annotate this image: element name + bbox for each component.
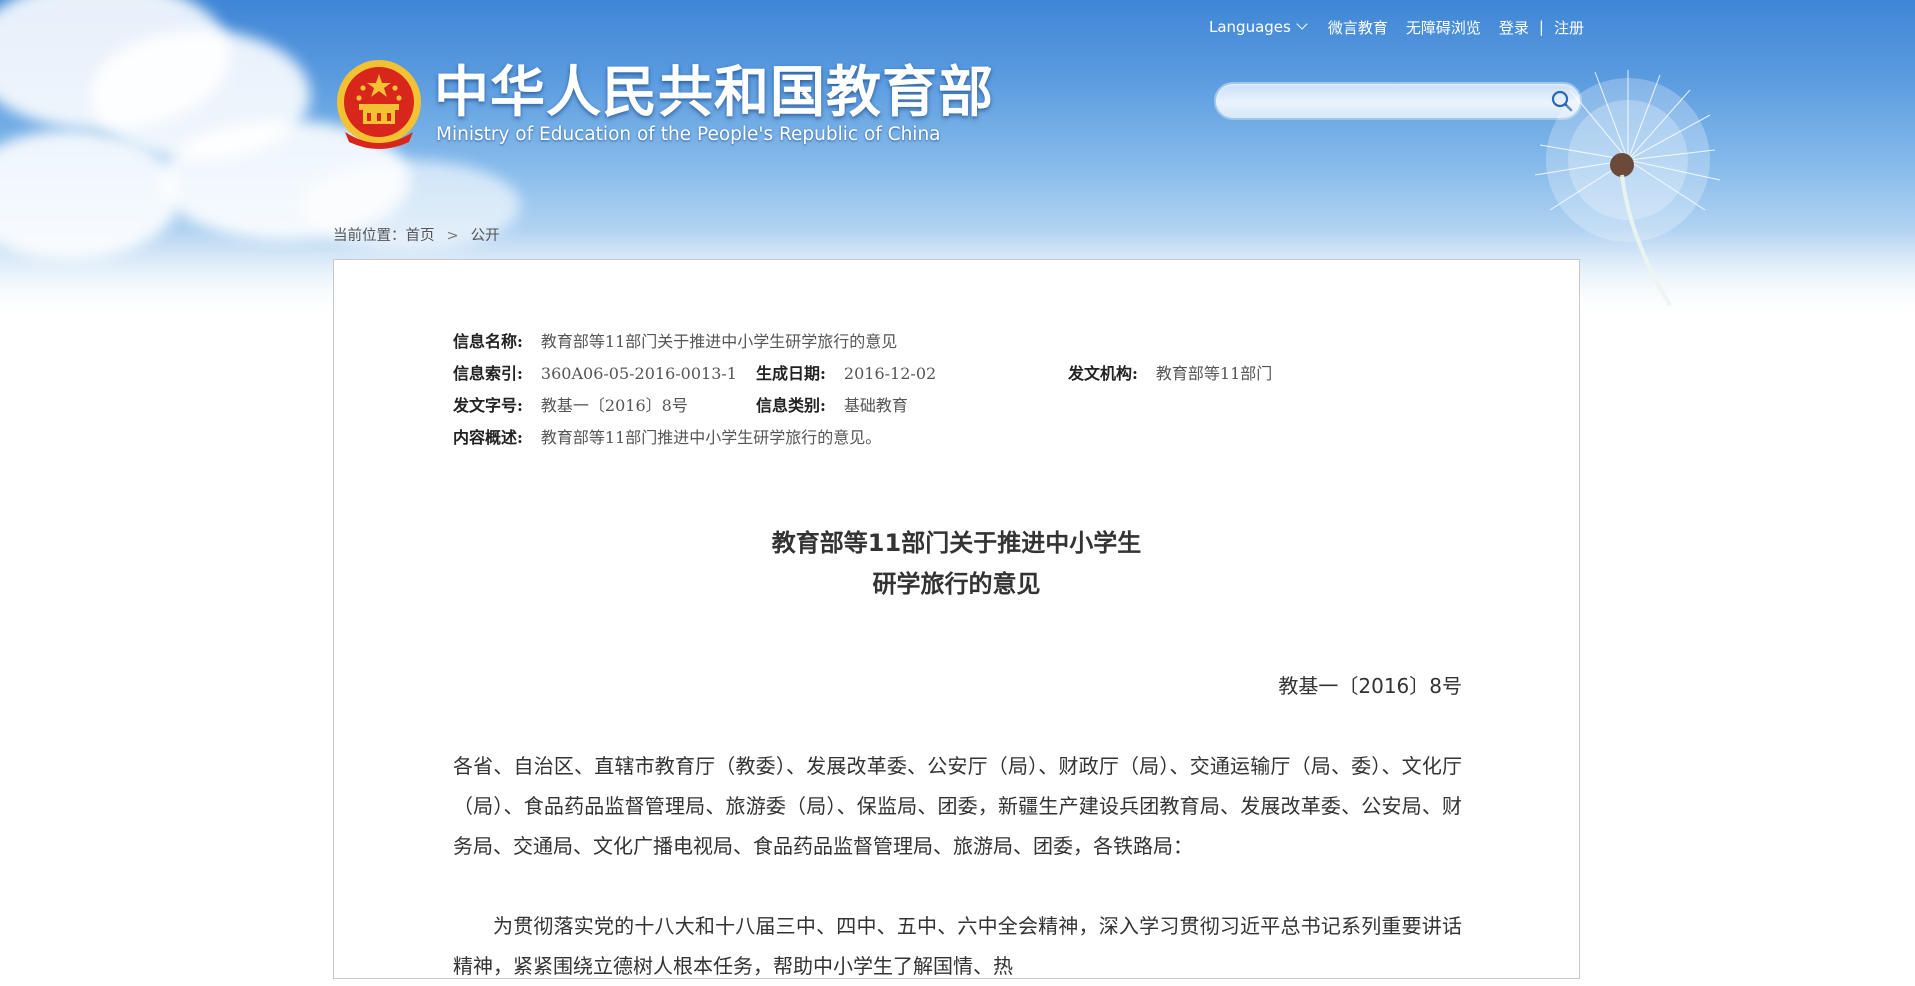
chevron-down-icon xyxy=(1296,18,1308,30)
top-navigation: Languages 微言教育 无障碍浏览 登录 | 注册 xyxy=(1209,17,1584,37)
meta-date-label: 生成日期: xyxy=(756,364,826,383)
meta-index-value: 360A06-05-2016-0013-1 xyxy=(540,364,737,383)
meta-docno-label: 发文字号: xyxy=(453,396,523,415)
languages-label: Languages xyxy=(1209,18,1291,36)
site-title-english[interactable]: Ministry of Education of the People's Re… xyxy=(436,124,941,145)
meta-name-label: 信息名称: xyxy=(453,332,523,351)
register-link[interactable]: 注册 xyxy=(1554,17,1584,38)
document-title-line2: 研学旅行的意见 xyxy=(872,570,1041,598)
document-title: 教育部等11部门关于推进中小学生 研学旅行的意见 xyxy=(333,523,1580,605)
breadcrumb-current-link[interactable]: 公开 xyxy=(471,228,500,244)
meta-index-label: 信息索引: xyxy=(453,364,523,383)
weiyan-link[interactable]: 微言教育 xyxy=(1328,17,1388,38)
document-number: 教基一〔2016〕8号 xyxy=(1278,674,1462,698)
login-link[interactable]: 登录 xyxy=(1499,17,1529,38)
national-emblem-icon[interactable] xyxy=(333,58,425,150)
languages-menu[interactable]: Languages xyxy=(1209,18,1310,36)
meta-date-value: 2016-12-02 xyxy=(843,364,937,383)
accessibility-link[interactable]: 无障碍浏览 xyxy=(1406,17,1481,38)
meta-org-label: 发文机构: xyxy=(1068,364,1138,383)
meta-summary-value: 教育部等11部门推进中小学生研学旅行的意见。 xyxy=(540,428,882,447)
site-title-chinese[interactable]: 中华人民共和国教育部 xyxy=(434,60,994,124)
meta-docno-value: 教基一〔2016〕8号 xyxy=(540,396,688,415)
meta-org-value: 教育部等11部门 xyxy=(1155,364,1273,383)
meta-category-value: 基础教育 xyxy=(843,396,908,415)
breadcrumb: 当前位置：首页 > 公开 xyxy=(333,224,500,245)
document-paragraph-body: 为贯彻落实党的十八大和十八届三中、四中、五中、六中全会精神，深入学习贯彻习近平总… xyxy=(453,914,1462,978)
meta-category-label: 信息类别: xyxy=(756,396,826,415)
search-input[interactable] xyxy=(1232,90,1536,114)
meta-docno: 发文字号: 教基一〔2016〕8号 xyxy=(453,392,688,416)
breadcrumb-home-link[interactable]: 首页 xyxy=(406,228,435,244)
nav-separator: | xyxy=(1538,18,1544,36)
meta-index: 信息索引: 360A06-05-2016-0013-1 xyxy=(453,360,737,384)
meta-category: 信息类别: 基础教育 xyxy=(756,392,908,416)
document-paragraph-addressees: 各省、自治区、直辖市教育厅（教委）、发展改革委、公安厅（局）、财政厅（局）、交通… xyxy=(453,754,1462,858)
meta-date: 生成日期: 2016-12-02 xyxy=(756,360,936,384)
breadcrumb-separator: > xyxy=(446,228,459,244)
meta-name-value: 教育部等11部门关于推进中小学生研学旅行的意见 xyxy=(540,332,898,351)
meta-name-row: 信息名称: 教育部等11部门关于推进中小学生研学旅行的意见 xyxy=(453,328,897,352)
breadcrumb-prefix: 当前位置： xyxy=(333,228,406,244)
meta-org: 发文机构: 教育部等11部门 xyxy=(1068,360,1272,384)
meta-summary-label: 内容概述: xyxy=(453,428,523,447)
meta-summary: 内容概述: 教育部等11部门推进中小学生研学旅行的意见。 xyxy=(453,424,881,448)
document-title-line1: 教育部等11部门关于推进中小学生 xyxy=(771,529,1142,557)
